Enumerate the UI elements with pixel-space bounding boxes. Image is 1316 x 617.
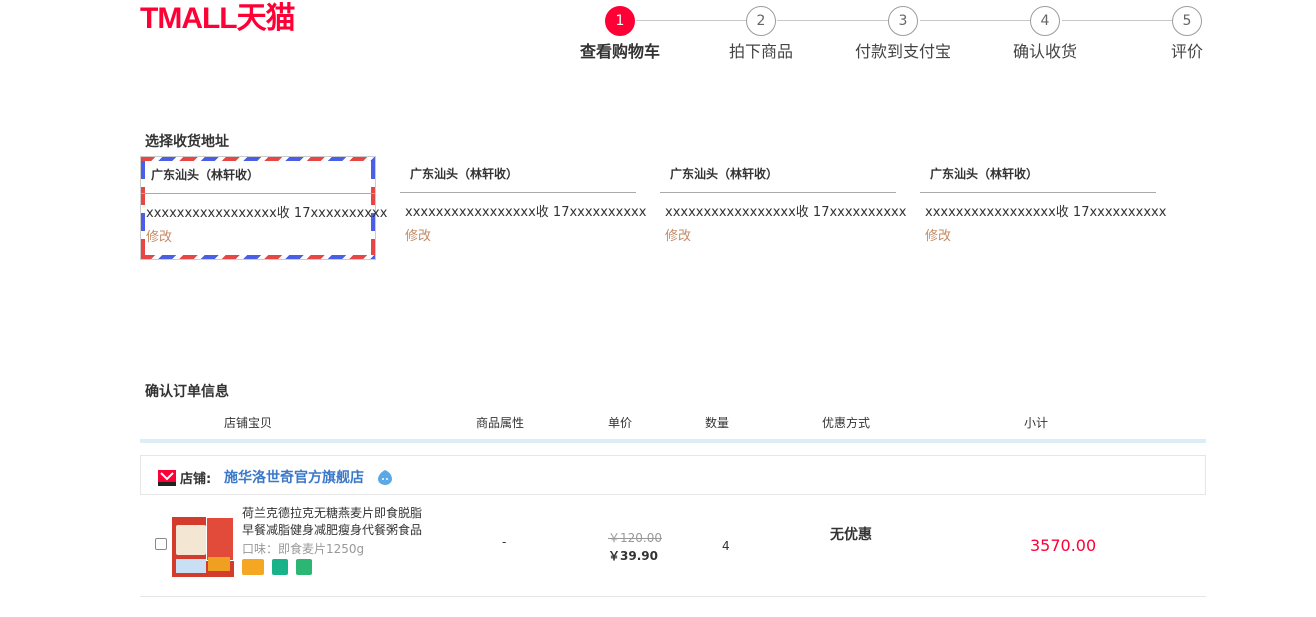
step-5: 5 评价 bbox=[1132, 6, 1242, 62]
address-card[interactable]: 广东汕头（林轩收） xxxxxxxxxxxxxxxxx收 17xxxxxxxxx… bbox=[400, 156, 646, 260]
step-1: 1 查看购物车 bbox=[565, 6, 675, 62]
address-detail: xxxxxxxxxxxxxxxxx收 17xxxxxxxxxx bbox=[665, 205, 907, 220]
address-divider bbox=[920, 192, 1156, 193]
airmail-stripe bbox=[141, 161, 145, 255]
credit-card-icon bbox=[242, 559, 264, 575]
service-badges bbox=[242, 559, 315, 575]
edit-address-link[interactable]: 修改 bbox=[925, 225, 951, 244]
address-card-selected[interactable]: 广东汕头（林轩收） xxxxxxxxxxxxxxxxx收 17xxxxxxxxx… bbox=[140, 156, 387, 260]
tmall-shop-icon bbox=[158, 470, 176, 486]
step-4: 4 确认收货 bbox=[990, 6, 1100, 62]
order-section-title: 确认订单信息 bbox=[145, 384, 229, 400]
seven-day-return-icon bbox=[272, 559, 289, 575]
discount-method: 无优惠 bbox=[830, 527, 872, 543]
product-property: - bbox=[502, 535, 507, 549]
address-divider bbox=[400, 192, 636, 193]
shop-row: 店铺: 施华洛世奇官方旗舰店 bbox=[140, 455, 1206, 495]
column-header-subtotal: 小计 bbox=[1024, 416, 1049, 430]
edit-address-link[interactable]: 修改 bbox=[665, 225, 691, 244]
address-card[interactable]: 广东汕头（林轩收） xxxxxxxxxxxxxxxxx收 17xxxxxxxxx… bbox=[920, 156, 1166, 260]
tmall-logo[interactable]: TMALL天猫 bbox=[140, 2, 296, 36]
checkout-steps: 1 查看购物车 2 拍下商品 3 付款到支付宝 4 确认收货 5 评价 bbox=[572, 6, 1212, 62]
table-header-bar bbox=[140, 439, 1206, 443]
column-header-item: 店铺宝贝 bbox=[224, 416, 273, 430]
unit-price: ￥39.90 bbox=[608, 549, 658, 563]
step-label: 评价 bbox=[1170, 42, 1203, 61]
product-attribute: 口味：即食麦片1250g bbox=[242, 542, 365, 556]
address-card[interactable]: 广东汕头（林轩收） xxxxxxxxxxxxxxxxx收 17xxxxxxxxx… bbox=[660, 156, 906, 260]
address-name: 广东汕头（林轩收） bbox=[670, 167, 779, 181]
product-thumbnail[interactable] bbox=[172, 517, 234, 577]
step-label: 拍下商品 bbox=[728, 42, 793, 61]
address-name: 广东汕头（林轩收） bbox=[930, 167, 1039, 181]
address-name: 广东汕头（林轩收） bbox=[151, 168, 260, 182]
edit-address-link[interactable]: 修改 bbox=[146, 226, 172, 245]
step-label: 确认收货 bbox=[1012, 42, 1077, 61]
product-title-link[interactable]: 荷兰克德拉克无糖燕麦片即食脱脂早餐减脂健身减肥瘦身代餐粥食品 bbox=[242, 505, 432, 539]
subtotal: 3570.00 bbox=[1030, 536, 1097, 555]
column-header-quantity: 数量 bbox=[705, 416, 730, 430]
edit-address-link[interactable]: 修改 bbox=[405, 225, 431, 244]
address-section-title: 选择收货地址 bbox=[145, 134, 229, 150]
shop-name-link[interactable]: 施华洛世奇官方旗舰店 bbox=[224, 467, 364, 487]
address-detail: xxxxxxxxxxxxxxxxx收 17xxxxxxxxxx bbox=[146, 206, 388, 221]
step-label: 查看购物车 bbox=[579, 42, 660, 61]
step-3: 3 付款到支付宝 bbox=[848, 6, 958, 62]
step-label: 付款到支付宝 bbox=[854, 42, 951, 61]
step-number: 2 bbox=[746, 6, 776, 36]
column-header-discount: 优惠方式 bbox=[822, 416, 871, 430]
step-number: 1 bbox=[605, 6, 635, 36]
original-price: ￥120.00 bbox=[608, 531, 662, 545]
step-number: 4 bbox=[1030, 6, 1060, 36]
shopping-bag-icon bbox=[296, 559, 313, 575]
shop-label: 店铺: bbox=[180, 472, 212, 487]
step-2: 2 拍下商品 bbox=[706, 6, 816, 62]
address-name: 广东汕头（林轩收） bbox=[410, 167, 519, 181]
column-header-property: 商品属性 bbox=[476, 416, 525, 430]
step-number: 3 bbox=[888, 6, 918, 36]
quantity: 4 bbox=[722, 539, 730, 553]
step-number: 5 bbox=[1172, 6, 1202, 36]
address-divider bbox=[660, 192, 896, 193]
address-detail: xxxxxxxxxxxxxxxxx收 17xxxxxxxxxx bbox=[925, 205, 1167, 220]
chat-icon[interactable] bbox=[377, 469, 393, 485]
address-detail: xxxxxxxxxxxxxxxxx收 17xxxxxxxxxx bbox=[405, 205, 647, 220]
address-divider bbox=[141, 193, 375, 194]
order-item-row: 荷兰克德拉克无糖燕麦片即食脱脂早餐减脂健身减肥瘦身代餐粥食品 口味：即食麦片12… bbox=[140, 495, 1206, 597]
column-header-price: 单价 bbox=[608, 416, 633, 430]
item-checkbox[interactable] bbox=[155, 538, 167, 550]
